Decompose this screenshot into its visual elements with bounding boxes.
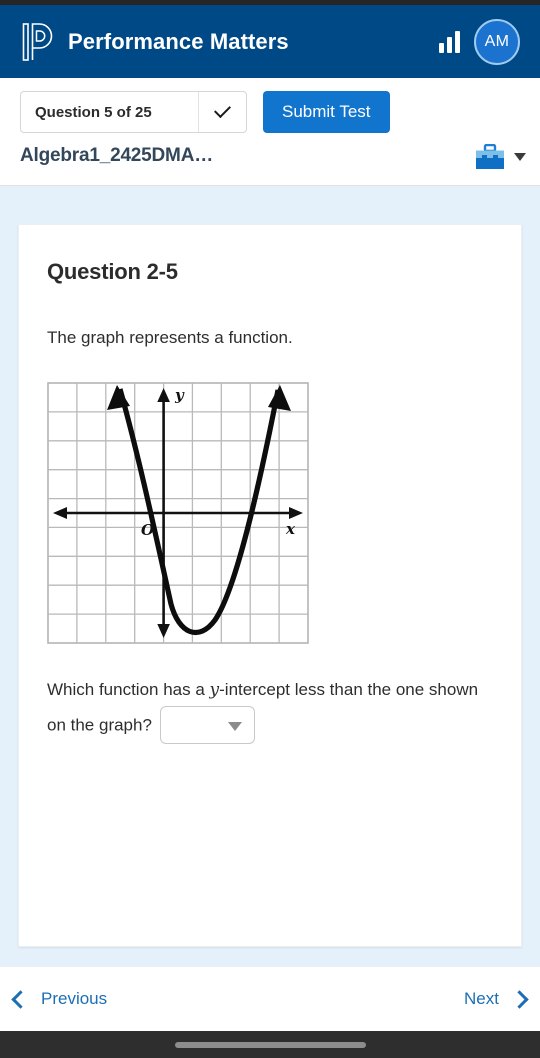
previous-button[interactable]: Previous bbox=[11, 989, 108, 1009]
avatar[interactable]: AM bbox=[474, 18, 520, 65]
chevron-right-icon bbox=[510, 989, 529, 1009]
question-selector-label: Question 5 of 25 bbox=[35, 103, 152, 121]
chevron-left-icon bbox=[11, 989, 30, 1009]
question-stem: The graph represents a function. bbox=[47, 328, 293, 347]
question-title: Question 2-5 bbox=[47, 259, 178, 284]
submit-test-button[interactable]: Submit Test bbox=[263, 91, 390, 133]
caret-down-icon[interactable] bbox=[514, 153, 526, 161]
bar-chart-icon[interactable] bbox=[439, 30, 460, 53]
y-axis-label: y bbox=[174, 386, 185, 404]
app-header: Performance Matters AM bbox=[0, 5, 540, 78]
graph-figure: y x O bbox=[47, 381, 491, 644]
previous-label: Previous bbox=[41, 989, 108, 1008]
next-label: Next bbox=[464, 989, 499, 1008]
home-indicator[interactable] bbox=[174, 1041, 366, 1048]
page-body: Question 2-5 The graph represents a func… bbox=[0, 186, 540, 967]
prompt-text-part1: Which function has a bbox=[47, 679, 210, 699]
caret-down-icon[interactable] bbox=[227, 722, 242, 732]
performance-matters-p-logo-icon bbox=[22, 22, 53, 61]
header-actions: AM bbox=[439, 18, 520, 65]
question-selector[interactable]: Question 5 of 25 bbox=[20, 91, 247, 133]
chevron-down-icon[interactable] bbox=[198, 92, 246, 132]
brand: Performance Matters bbox=[22, 22, 439, 62]
home-indicator-area bbox=[0, 1031, 540, 1058]
answer-dropdown[interactable] bbox=[159, 706, 255, 745]
brand-name: Performance Matters bbox=[68, 28, 289, 54]
tools-menu[interactable] bbox=[475, 144, 526, 170]
origin-label: O bbox=[141, 521, 154, 539]
prompt-variable: y bbox=[209, 679, 220, 700]
x-axis-label: x bbox=[285, 520, 296, 538]
question-card: Question 2-5 The graph represents a func… bbox=[18, 224, 522, 947]
question-prompt: Which function has a y-intercept less th… bbox=[47, 674, 491, 746]
toolbox-icon[interactable] bbox=[475, 144, 505, 170]
parabola-graph: y x O bbox=[47, 381, 309, 644]
next-button[interactable]: Next bbox=[464, 989, 529, 1009]
test-player-screen: Performance Matters AM Question 5 of 25 … bbox=[0, 0, 540, 1058]
test-toolbar: Question 5 of 25 Submit Test Algebra1_24… bbox=[0, 78, 540, 186]
test-title: Algebra1_2425DMA… bbox=[20, 145, 214, 166]
bottom-navigation: Previous Next bbox=[0, 967, 540, 1031]
